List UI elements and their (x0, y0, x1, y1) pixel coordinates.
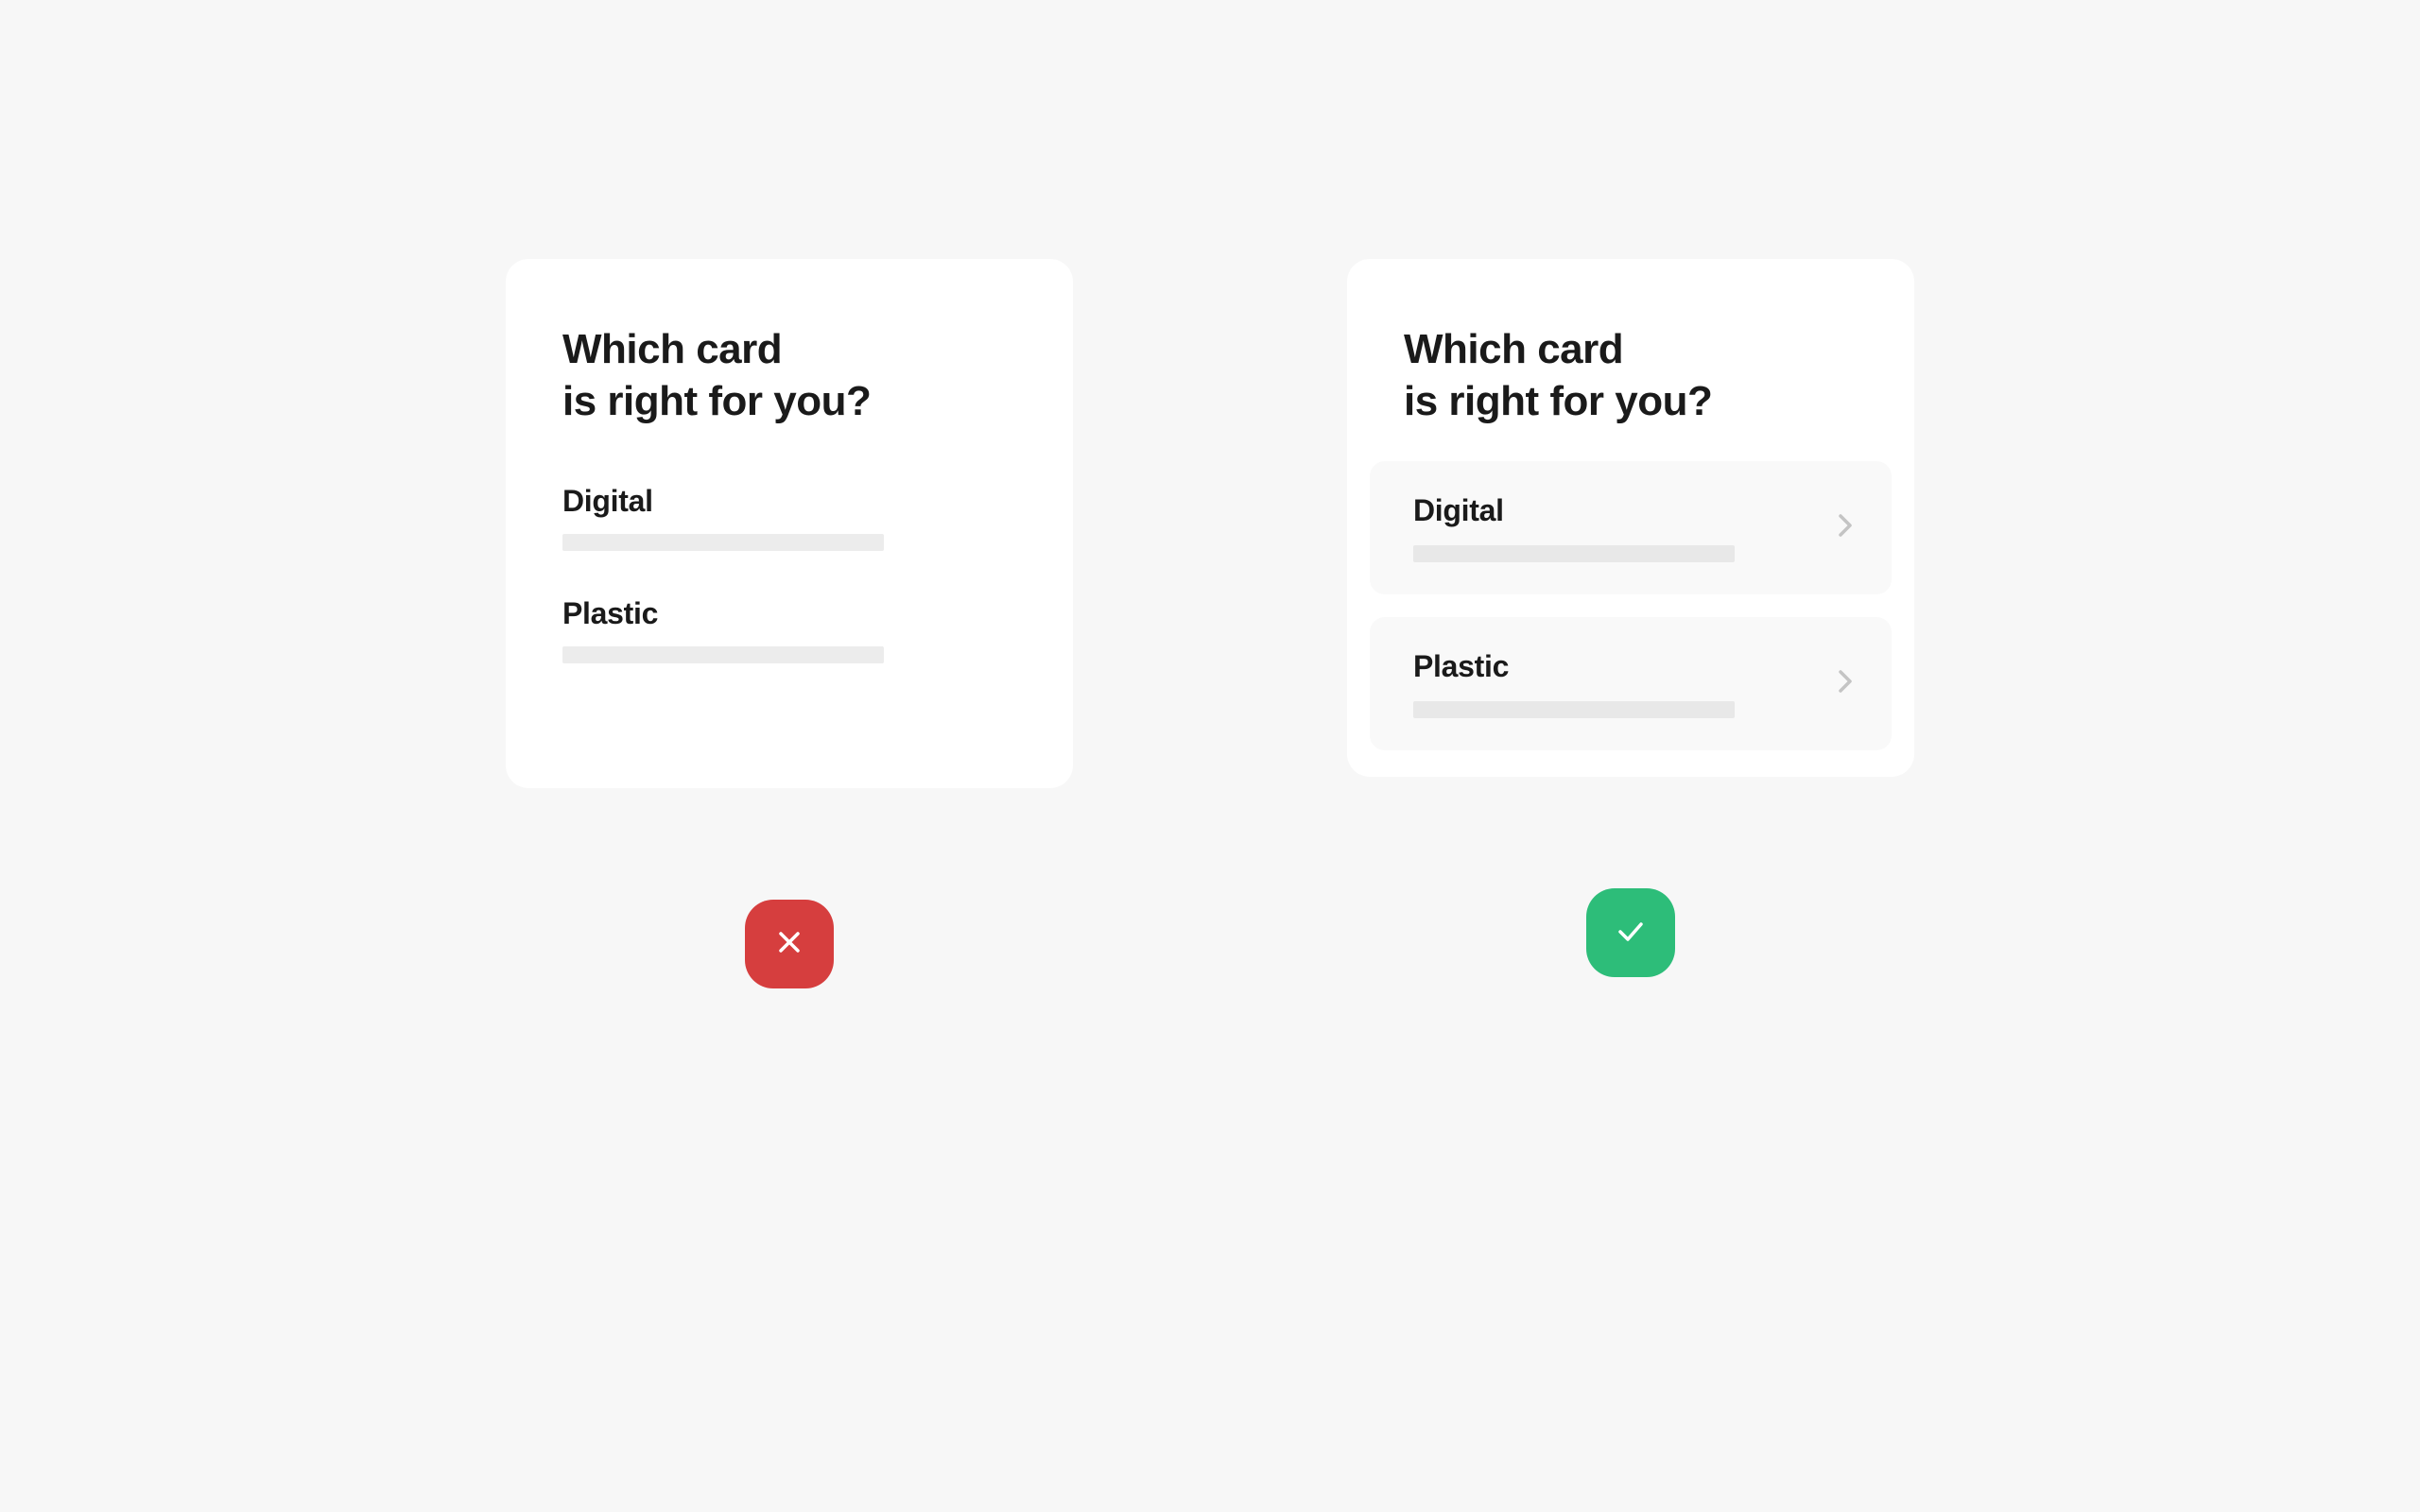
card-bad: Which card is right for you? Digital Pla… (506, 259, 1073, 788)
option-content: Digital (1413, 493, 1816, 562)
card-title: Which card is right for you? (562, 323, 1016, 427)
card-title: Which card is right for you? (1404, 323, 1892, 427)
title-line-1: Which card (1404, 326, 1623, 372)
option-label: Plastic (1413, 649, 1816, 684)
option-digital[interactable]: Digital (1370, 461, 1892, 594)
status-badge-bad (745, 900, 834, 988)
chevron-right-icon (1835, 508, 1856, 547)
placeholder-line (562, 646, 884, 663)
placeholder-line (1413, 545, 1735, 562)
option-content: Plastic (1413, 649, 1816, 718)
placeholder-line (562, 534, 884, 551)
chevron-right-icon (1835, 664, 1856, 703)
status-badge-good (1586, 888, 1675, 977)
comparison-container: Which card is right for you? Digital Pla… (506, 259, 1914, 988)
placeholder-line (1413, 701, 1735, 718)
card-good: Which card is right for you? Digital Pla… (1347, 259, 1914, 777)
option-label: Digital (562, 484, 1016, 519)
title-line-2: is right for you? (562, 378, 871, 424)
option-label: Digital (1413, 493, 1816, 528)
check-icon (1612, 912, 1650, 954)
example-good: Which card is right for you? Digital Pla… (1347, 259, 1914, 977)
option-plastic[interactable]: Plastic (1370, 617, 1892, 750)
option-label: Plastic (562, 596, 1016, 631)
cross-icon (772, 925, 806, 964)
title-line-2: is right for you? (1404, 378, 1712, 424)
example-bad: Which card is right for you? Digital Pla… (506, 259, 1073, 988)
option-plastic[interactable]: Plastic (562, 596, 1016, 663)
option-digital[interactable]: Digital (562, 484, 1016, 551)
title-line-1: Which card (562, 326, 782, 372)
